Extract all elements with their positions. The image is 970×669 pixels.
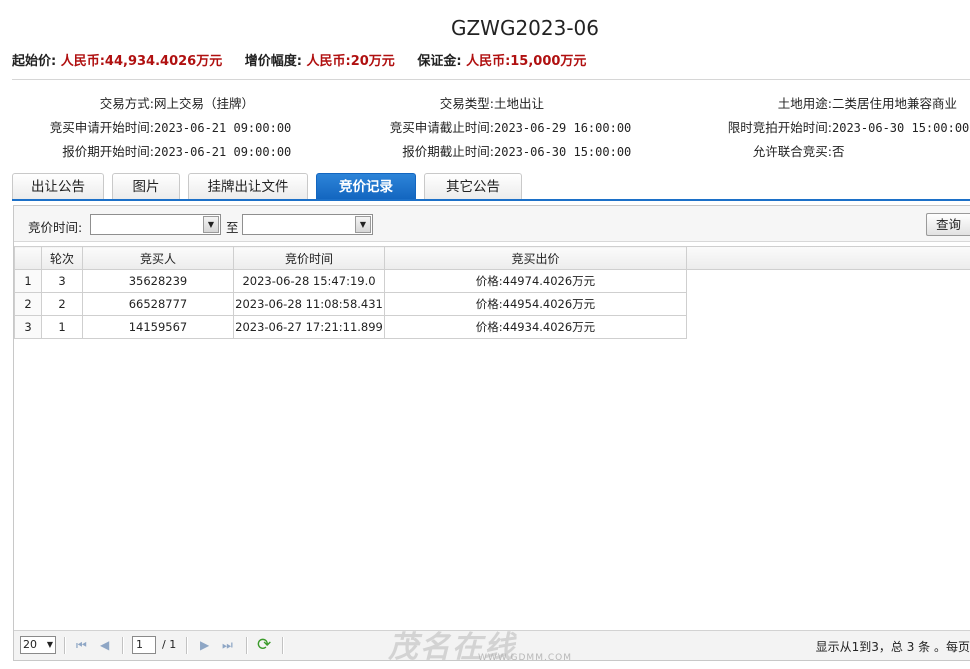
dropdown-arrow-icon[interactable]: ▼ [203, 216, 219, 233]
bid-records-panel: 竞价时间: ▼ 至 ▼ 查询 轮次 竞买人 竞价时间 竞买出价 1 3 3562… [13, 205, 970, 661]
row-number: 2 [14, 292, 42, 316]
start-price-label: 起始价: [12, 54, 57, 69]
cell-bid-time: 2023-06-28 15:47:19.0 [233, 269, 385, 293]
grid-header-filler [686, 246, 970, 270]
start-price-value: 人民币:44,934.4026万元 [60, 54, 223, 69]
info-row: 竞买申请开始时间: 2023-06-21 09:00:00 [12, 116, 292, 140]
info-row: 报价期截止时间: 2023-06-30 15:00:00 [350, 140, 631, 164]
tab-announcement[interactable]: 出让公告 [12, 173, 104, 199]
info-row: 允许联合竞买: 否 [690, 140, 969, 164]
cell-bidder: 66528777 [82, 292, 234, 316]
toolbar-separator [64, 637, 66, 654]
info-value: 二类居住用地兼容商业 [832, 96, 958, 111]
query-button[interactable]: 查询 [926, 213, 970, 236]
cell-round: 1 [41, 315, 83, 339]
info-key: 土地用途: [777, 96, 832, 111]
total-pages: / 1 [162, 638, 177, 651]
row-number-header [14, 246, 42, 270]
info-row: 竞买申请截止时间: 2023-06-29 16:00:00 [350, 116, 632, 140]
page-size-value: 20 [23, 638, 37, 651]
info-key: 允许联合竞买: [752, 144, 832, 159]
info-key: 报价期开始时间: [62, 144, 154, 159]
info-row: 土地用途: 二类居住用地兼容商业 [690, 92, 969, 116]
bid-time-label: 竞价时间: [28, 220, 83, 235]
toolbar-separator [186, 637, 188, 654]
cell-bid-time: 2023-06-28 11:08:58.431 [233, 292, 385, 316]
toolbar-separator [122, 637, 124, 654]
info-column-1: 交易方式: 网上交易（挂牌） 竞买申请开始时间: 2023-06-21 09:00:… [12, 92, 292, 164]
info-value: 2023-06-21 09:00:00 [154, 145, 292, 159]
column-header-bid-price[interactable]: 竞买出价 [384, 246, 687, 270]
info-value: 否 [832, 144, 845, 159]
table-row[interactable]: 3 1 14159567 2023-06-27 17:21:11.899 价格:… [14, 315, 687, 339]
info-key: 报价期截止时间: [402, 144, 494, 159]
increment-value: 人民币:20万元 [306, 54, 395, 69]
tab-listing-documents[interactable]: 挂牌出让文件 [188, 173, 308, 199]
deposit-label: 保证金: [417, 54, 462, 69]
cell-bid-price: 价格:44934.4026万元 [384, 315, 687, 339]
filter-bar: 竞价时间: ▼ 至 ▼ 查询 [14, 206, 970, 242]
cell-bidder: 35628239 [82, 269, 234, 293]
info-row: 报价期开始时间: 2023-06-21 09:00:00 [12, 140, 291, 164]
bid-time-end-select[interactable]: ▼ [242, 214, 373, 235]
column-header-bidder[interactable]: 竞买人 [82, 246, 234, 270]
prev-page-icon[interactable]: ◀ [100, 637, 109, 653]
column-header-bid-time[interactable]: 竞价时间 [233, 246, 385, 270]
toolbar-separator [282, 637, 284, 654]
cell-bid-price: 价格:44954.4026万元 [384, 292, 687, 316]
row-number: 1 [14, 269, 42, 293]
page-title: GZWG2023-06 [450, 16, 600, 40]
cell-bid-price: 价格:44974.4026万元 [384, 269, 687, 293]
info-value: 2023-06-21 09:00:00 [154, 121, 292, 135]
deposit-value: 人民币:15,000万元 [466, 54, 587, 69]
info-row: 限时竞拍开始时间: 2023-06-30 15:00:00 [690, 116, 970, 140]
dropdown-arrow-icon[interactable]: ▼ [355, 216, 371, 233]
watermark-url: WWW.GDMM.COM [478, 653, 572, 663]
pagination-summary: 显示从1到3，总 3 条 。每页 [815, 640, 970, 654]
table-header-row: 轮次 竞买人 竞价时间 竞买出价 [14, 246, 687, 270]
cell-bidder: 14159567 [82, 315, 234, 339]
bid-records-table: 轮次 竞买人 竞价时间 竞买出价 1 3 35628239 2023-06-28… [14, 246, 687, 339]
first-page-icon[interactable]: ⏮ [76, 637, 87, 653]
cell-round: 2 [41, 292, 83, 316]
info-column-3: 土地用途: 二类居住用地兼容商业 限时竞拍开始时间: 2023-06-30 15:0… [690, 92, 970, 164]
refresh-icon[interactable]: ⟳ [257, 635, 271, 655]
info-value: 土地出让 [494, 96, 545, 111]
increment-label: 增价幅度: [244, 54, 302, 69]
tab-bar: 出让公告 图片 挂牌出让文件 竞价记录 其它公告 [12, 173, 530, 199]
tab-other-announcements[interactable]: 其它公告 [424, 173, 522, 199]
bid-time-start-select[interactable]: ▼ [90, 214, 221, 235]
info-column-2: 交易类型: 土地出让 竞买申请截止时间: 2023-06-29 16:00:00 报… [350, 92, 632, 164]
tab-images[interactable]: 图片 [112, 173, 180, 199]
info-value: 2023-06-29 16:00:00 [494, 121, 632, 135]
info-row: 交易方式: 网上交易（挂牌） [12, 92, 291, 116]
next-page-icon[interactable]: ▶ [200, 637, 209, 653]
info-key: 交易类型: [439, 96, 494, 111]
range-separator: 至 [226, 220, 239, 235]
row-number: 3 [14, 315, 42, 339]
info-row: 交易类型: 土地出让 [350, 92, 631, 116]
toolbar-separator [246, 637, 248, 654]
info-key: 竞买申请截止时间: [389, 120, 494, 135]
info-value: 网上交易（挂牌） [154, 96, 255, 111]
tab-underline [12, 199, 970, 201]
info-value: 2023-06-30 15:00:00 [494, 145, 632, 159]
page-number-input[interactable]: 1 [132, 636, 156, 654]
table-row[interactable]: 2 2 66528777 2023-06-28 11:08:58.431 价格:… [14, 292, 687, 316]
cell-bid-time: 2023-06-27 17:21:11.899 [233, 315, 385, 339]
info-key: 竞买申请开始时间: [49, 120, 154, 135]
info-key: 交易方式: [99, 96, 154, 111]
tab-bid-records[interactable]: 竞价记录 [316, 173, 416, 199]
column-header-round[interactable]: 轮次 [41, 246, 83, 270]
chevron-down-icon: ▼ [46, 640, 53, 649]
last-page-icon[interactable]: ⏭ [222, 637, 233, 653]
info-key: 限时竞拍开始时间: [727, 120, 832, 135]
info-value: 2023-06-30 15:00:00 [832, 121, 970, 135]
divider [12, 79, 970, 80]
price-summary: 起始价: 人民币:44,934.4026万元 增价幅度: 人民币:20万元 保证… [12, 50, 604, 69]
page-size-select[interactable]: 20 ▼ [20, 636, 56, 654]
cell-round: 3 [41, 269, 83, 293]
table-row[interactable]: 1 3 35628239 2023-06-28 15:47:19.0 价格:44… [14, 269, 687, 293]
